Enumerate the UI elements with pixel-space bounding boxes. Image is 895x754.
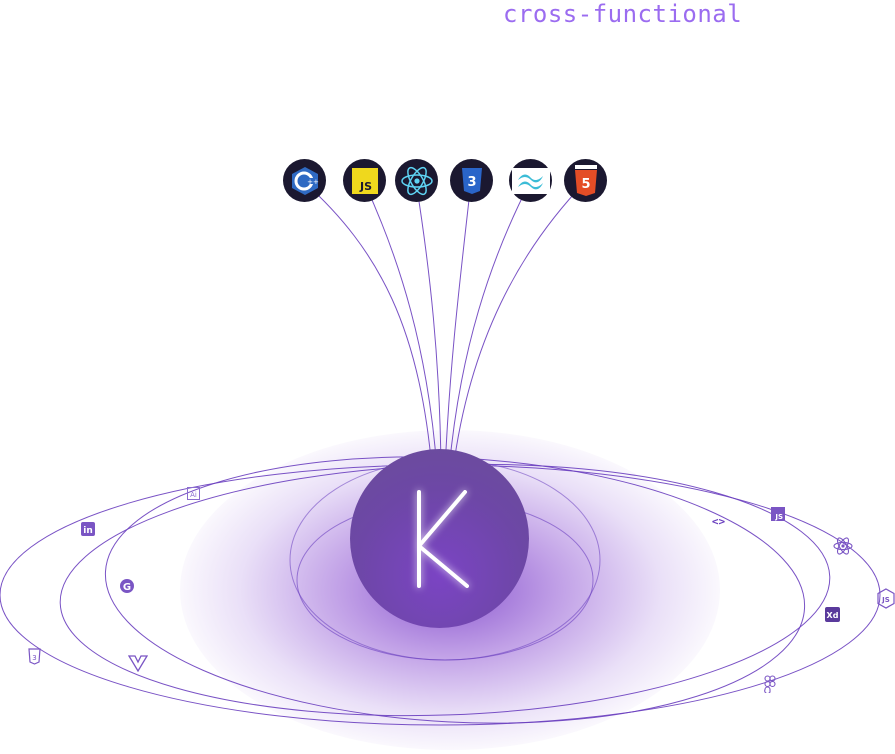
connector-line [303, 181, 433, 471]
center-logo [350, 449, 529, 628]
react-icon [395, 159, 438, 202]
javascript-icon: JS [343, 159, 386, 202]
react-icon [833, 536, 853, 560]
linkedin-icon: in [81, 521, 95, 540]
svg-text:JS: JS [358, 180, 371, 193]
connector-line [448, 181, 531, 471]
svg-text:3: 3 [32, 654, 36, 662]
css3-icon: 3 [450, 159, 493, 202]
connector-line [415, 181, 442, 471]
svg-text:Xd: Xd [827, 611, 839, 620]
xd-icon: Xd [825, 607, 840, 626]
svg-text:JS: JS [881, 596, 890, 604]
javascript-icon: JS [771, 506, 785, 525]
code-brackets-icon: <> [708, 512, 729, 531]
svg-text:G: G [123, 582, 131, 593]
cplusplus-icon: ++ [283, 159, 326, 202]
connector-line [452, 181, 586, 471]
svg-text:5: 5 [581, 177, 590, 192]
k-logo-icon [416, 489, 469, 588]
svg-text:JS: JS [774, 513, 783, 521]
css3-icon: 3 [28, 648, 41, 669]
connector-line [444, 181, 472, 471]
html5-icon: 5 [564, 159, 607, 202]
illustrator-icon: Ai [187, 485, 200, 504]
svg-text:3: 3 [467, 175, 476, 190]
svg-text:<>: <> [712, 515, 726, 527]
svg-text:++: ++ [307, 178, 319, 186]
figma-icon [764, 675, 776, 697]
svg-text:in: in [83, 526, 93, 536]
vue-icon [127, 654, 149, 676]
google-icon: G [120, 578, 134, 597]
svg-text:Ai: Ai [190, 491, 197, 499]
tailwind-icon [509, 159, 552, 202]
connector-line [363, 181, 438, 471]
nodejs-icon: JS [877, 588, 895, 613]
orbit-diagram [0, 181, 881, 726]
